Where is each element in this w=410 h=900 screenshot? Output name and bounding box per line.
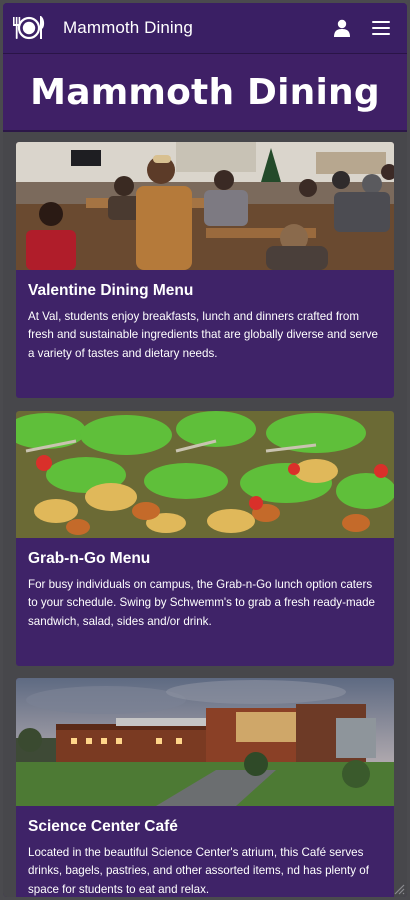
card-title[interactable]: Valentine Dining Menu [28, 282, 382, 300]
card-body: Grab-n-Go Menu For busy individuals on c… [16, 538, 394, 631]
card-description: For busy individuals on campus, the Grab… [28, 578, 375, 628]
card-description: At Val, students enjoy breakfasts, lunch… [28, 310, 378, 360]
user-icon[interactable] [333, 19, 351, 37]
plate-fork-knife-icon[interactable] [9, 13, 49, 43]
grab-n-go-food-photo [16, 411, 394, 538]
nav-actions [333, 19, 391, 37]
hamburger-menu-icon[interactable] [371, 20, 391, 36]
card-title[interactable]: Grab-n-Go Menu [28, 550, 382, 568]
dining-card-science-center[interactable]: Science Center Café Located in the beaut… [16, 678, 394, 897]
main-content: Valentine Dining Menu At Val, students e… [3, 132, 407, 897]
brand-name[interactable]: Mammoth Dining [63, 18, 193, 38]
card-description: Located in the beautiful Science Center'… [28, 846, 369, 896]
dining-hall-photo [16, 142, 394, 270]
card-body: Science Center Café Located in the beaut… [16, 806, 394, 897]
page-title: Mammoth Dining [30, 71, 380, 113]
card-title[interactable]: Science Center Café [28, 818, 382, 836]
app-frame: Mammoth Dining Mammoth Dining Valentine … [3, 3, 407, 897]
resize-grip-icon[interactable] [393, 883, 405, 895]
dining-card-grab-n-go[interactable]: Grab-n-Go Menu For busy individuals on c… [16, 411, 394, 666]
science-center-photo [16, 678, 394, 806]
dining-card-valentine[interactable]: Valentine Dining Menu At Val, students e… [16, 142, 394, 398]
card-body: Valentine Dining Menu At Val, students e… [16, 270, 394, 363]
navbar: Mammoth Dining [3, 3, 407, 54]
hero-banner: Mammoth Dining [3, 54, 407, 132]
